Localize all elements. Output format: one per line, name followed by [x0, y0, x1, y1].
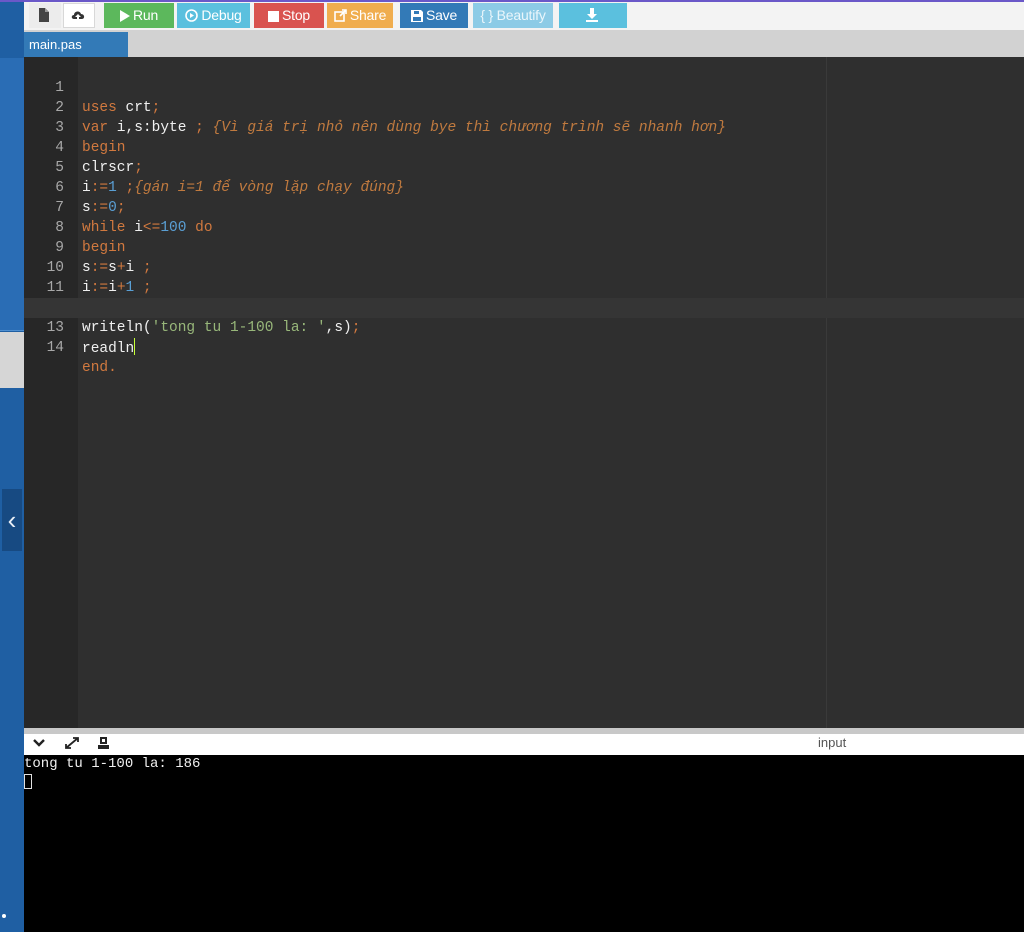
stop-button[interactable]: Stop	[254, 3, 324, 28]
save-label: Save	[425, 7, 458, 23]
sidebar-item[interactable]	[0, 242, 24, 273]
expand-output-button[interactable]	[64, 736, 84, 754]
code-text: readln	[82, 338, 136, 359]
sidebar-item[interactable]	[0, 272, 24, 303]
code-line[interactable]: 12 writeln('tong tu 1-100 la: ',s);	[24, 278, 1024, 336]
clear-output-button[interactable]	[97, 736, 117, 754]
chevron-down-icon	[33, 739, 45, 747]
play-icon	[119, 10, 130, 22]
sidebar-item[interactable]	[0, 122, 24, 153]
file-icon	[38, 8, 49, 22]
code-line-active[interactable]: 13 readln	[24, 298, 1024, 357]
code-line[interactable]: 1 uses crt;	[24, 58, 1024, 116]
code-line[interactable]: 8 begin	[24, 198, 1024, 256]
code-editor[interactable]: 1 uses crt; 2 var i,s:byte ; {Vì giá trị…	[24, 57, 1024, 728]
file-tab-bar: main.pas	[24, 30, 1024, 57]
floppy-disk-icon	[410, 10, 423, 22]
share-button[interactable]: Share	[327, 3, 393, 28]
beautify-label: { } Beautify	[480, 7, 546, 23]
code-line[interactable]: 10 i:=i+1 ;	[24, 238, 1024, 296]
code-line[interactable]: 2 var i,s:byte ; {Vì giá trị nhỏ nên dùn…	[24, 78, 1024, 136]
expand-icon	[65, 737, 79, 749]
beautify-button[interactable]: { } Beautify	[473, 3, 553, 28]
sidebar-item[interactable]	[0, 212, 24, 243]
run-label: Run	[132, 7, 159, 23]
download-button[interactable]	[559, 3, 627, 28]
left-sidebar: ‹	[0, 2, 24, 932]
code-line[interactable]: 7 while i<=100 do	[24, 178, 1024, 236]
output-terminal[interactable]: tong tu 1-100 la: 186	[24, 755, 1024, 932]
cloud-upload-icon	[71, 11, 84, 22]
line-number: 14	[46, 340, 64, 356]
code-line[interactable]: 11 end;	[24, 258, 1024, 316]
code-line[interactable]: 5 i:=1 ;{gán i=1 để vòng lặp chạy đúng}	[24, 138, 1024, 196]
code-line[interactable]: 6 s:=0;	[24, 158, 1024, 216]
save-button[interactable]: Save	[400, 3, 468, 28]
code-text: end.	[82, 360, 117, 376]
share-label: Share	[349, 7, 387, 23]
input-label: input	[818, 735, 847, 750]
download-icon	[585, 8, 598, 22]
upload-button[interactable]	[63, 3, 95, 28]
eraser-icon	[98, 737, 109, 749]
stop-label: Stop	[282, 7, 310, 23]
text-cursor	[134, 338, 136, 355]
code-line[interactable]: 4 clrscr;	[24, 118, 1024, 176]
debug-button[interactable]: Debug	[177, 3, 250, 28]
new-file-button[interactable]	[29, 3, 61, 28]
run-button[interactable]: Run	[104, 3, 174, 28]
output-panel-header: input	[24, 734, 1024, 755]
stop-square-icon	[268, 11, 279, 22]
share-icon	[334, 9, 347, 22]
collapse-output-button[interactable]	[32, 736, 52, 754]
sidebar-dot	[2, 914, 6, 918]
tab-main-pas[interactable]: main.pas	[24, 32, 128, 57]
sidebar-highlight	[0, 332, 24, 388]
terminal-cursor	[24, 774, 32, 789]
sidebar-item[interactable]	[0, 152, 24, 183]
sidebar-item[interactable]	[0, 182, 24, 213]
code-line[interactable]: 14 end.	[24, 318, 1024, 376]
debug-circle-icon	[185, 9, 199, 22]
code-line[interactable]: 9 s:=s+i ;	[24, 218, 1024, 276]
collapse-sidebar-icon[interactable]: ‹	[2, 489, 22, 551]
sidebar-block[interactable]	[0, 58, 24, 123]
code-line[interactable]: 3 begin	[24, 98, 1024, 156]
terminal-output-text: tong tu 1-100 la: 186	[24, 756, 201, 772]
toolbar: Run Debug Stop Share Save { } Beautify	[24, 2, 1024, 30]
debug-label: Debug	[201, 7, 242, 23]
sidebar-item[interactable]	[0, 302, 24, 331]
